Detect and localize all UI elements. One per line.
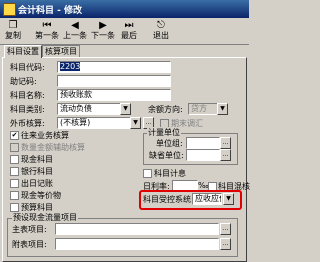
sub-item-label: 附表项目: [12,240,47,249]
bank-subject-checkbox[interactable] [10,167,19,176]
ar-ap-accounting-label: 往来业务核算 [21,131,69,140]
copy-icon: ❐ [8,20,18,31]
last-record-button[interactable]: ⏭ 最后 [118,20,140,42]
control-system-select[interactable]: 应收应付 [192,193,222,205]
first-record-icon: ⏮ [42,20,52,31]
category-select[interactable]: 流动负债 [57,103,121,115]
daily-journal-label: 出日记账 [21,179,53,188]
next-record-icon: ▶ [99,20,107,31]
last-record-icon: ⏭ [124,20,134,31]
cash-equivalent-label: 现金等价物 [21,191,61,200]
control-system-dropdown-arrow[interactable]: ▼ [223,193,234,205]
exit-button[interactable]: ⎋ 退出 [150,20,172,42]
currency-select[interactable]: (不核算) [57,117,131,129]
mnemonic-label: 助记码: [10,77,37,86]
unit-group-more-button[interactable]: … [220,137,231,149]
subject-interest-label: 科目计息 [154,169,186,178]
name-label: 科目名称: [10,91,45,100]
mnemonic-field[interactable] [57,75,171,87]
cash-subject-checkbox[interactable] [10,155,19,164]
main-item-more-button[interactable]: … [220,223,231,235]
sub-item-field[interactable] [55,238,219,250]
first-record-button[interactable]: ⏮ 第一条 [34,20,60,42]
quantity-accounting-label: 数量金额辅助核算 [21,143,85,152]
title-bar: 会计科目 - 修改 [0,0,249,18]
unit-group-field[interactable] [186,137,220,149]
tab-accounting-items[interactable]: 核算项目 [42,45,80,57]
tab-subject-settings[interactable]: 科目设置 [4,45,42,58]
unit-group-title: 计量单位 [147,127,181,138]
app-icon [3,3,16,16]
cashflow-group-title: 预设现金流量项目 [12,212,78,223]
code-label: 科目代码: [10,63,45,72]
toolbar: ❐ 复制 ⏮ 第一条 ◀ 上一条 ▶ 下一条 ⏭ 最后 ⎋ 退出 [0,18,249,45]
control-system-label: 科目受控系统: [143,195,194,204]
default-unit-field[interactable] [186,149,220,161]
code-field[interactable]: 2203 [57,61,171,73]
main-item-label: 主表项目: [12,225,47,234]
balance-direction-dropdown-arrow[interactable]: ▼ [217,103,228,115]
currency-dropdown-arrow[interactable]: ▼ [130,117,141,129]
name-field[interactable]: 预收账款 [57,89,171,101]
balance-direction-select[interactable]: 贷方 [188,103,218,115]
ar-ap-accounting-checkbox[interactable]: ✔ [10,131,19,140]
subject-interest-checkbox[interactable] [143,169,152,178]
prev-record-icon: ◀ [71,20,79,31]
copy-button[interactable]: ❐ 复制 [2,20,24,42]
currency-label: 外币核算: [10,119,45,128]
window-title: 会计科目 - 修改 [18,6,83,16]
budget-subject-checkbox[interactable] [10,203,19,212]
prev-record-button[interactable]: ◀ 上一条 [62,20,88,42]
cash-subject-label: 现金科目 [21,155,53,164]
default-unit-more-button[interactable]: … [220,149,231,161]
quantity-accounting-checkbox[interactable] [10,143,19,152]
unit-group-label: 单位组: [156,139,183,148]
bank-subject-label: 银行科目 [21,167,53,176]
daily-journal-checkbox[interactable] [10,179,19,188]
main-item-field[interactable] [55,223,219,235]
category-dropdown-arrow[interactable]: ▼ [120,103,131,115]
default-unit-label: 缺省单位: [149,151,184,160]
cash-equivalent-checkbox[interactable] [10,191,19,200]
balance-direction-label: 余额方向: [148,105,183,114]
category-label: 科目类别: [10,105,45,114]
next-record-button[interactable]: ▶ 下一条 [90,20,116,42]
sub-item-more-button[interactable]: … [220,238,231,250]
exit-icon: ⎋ [157,20,165,31]
